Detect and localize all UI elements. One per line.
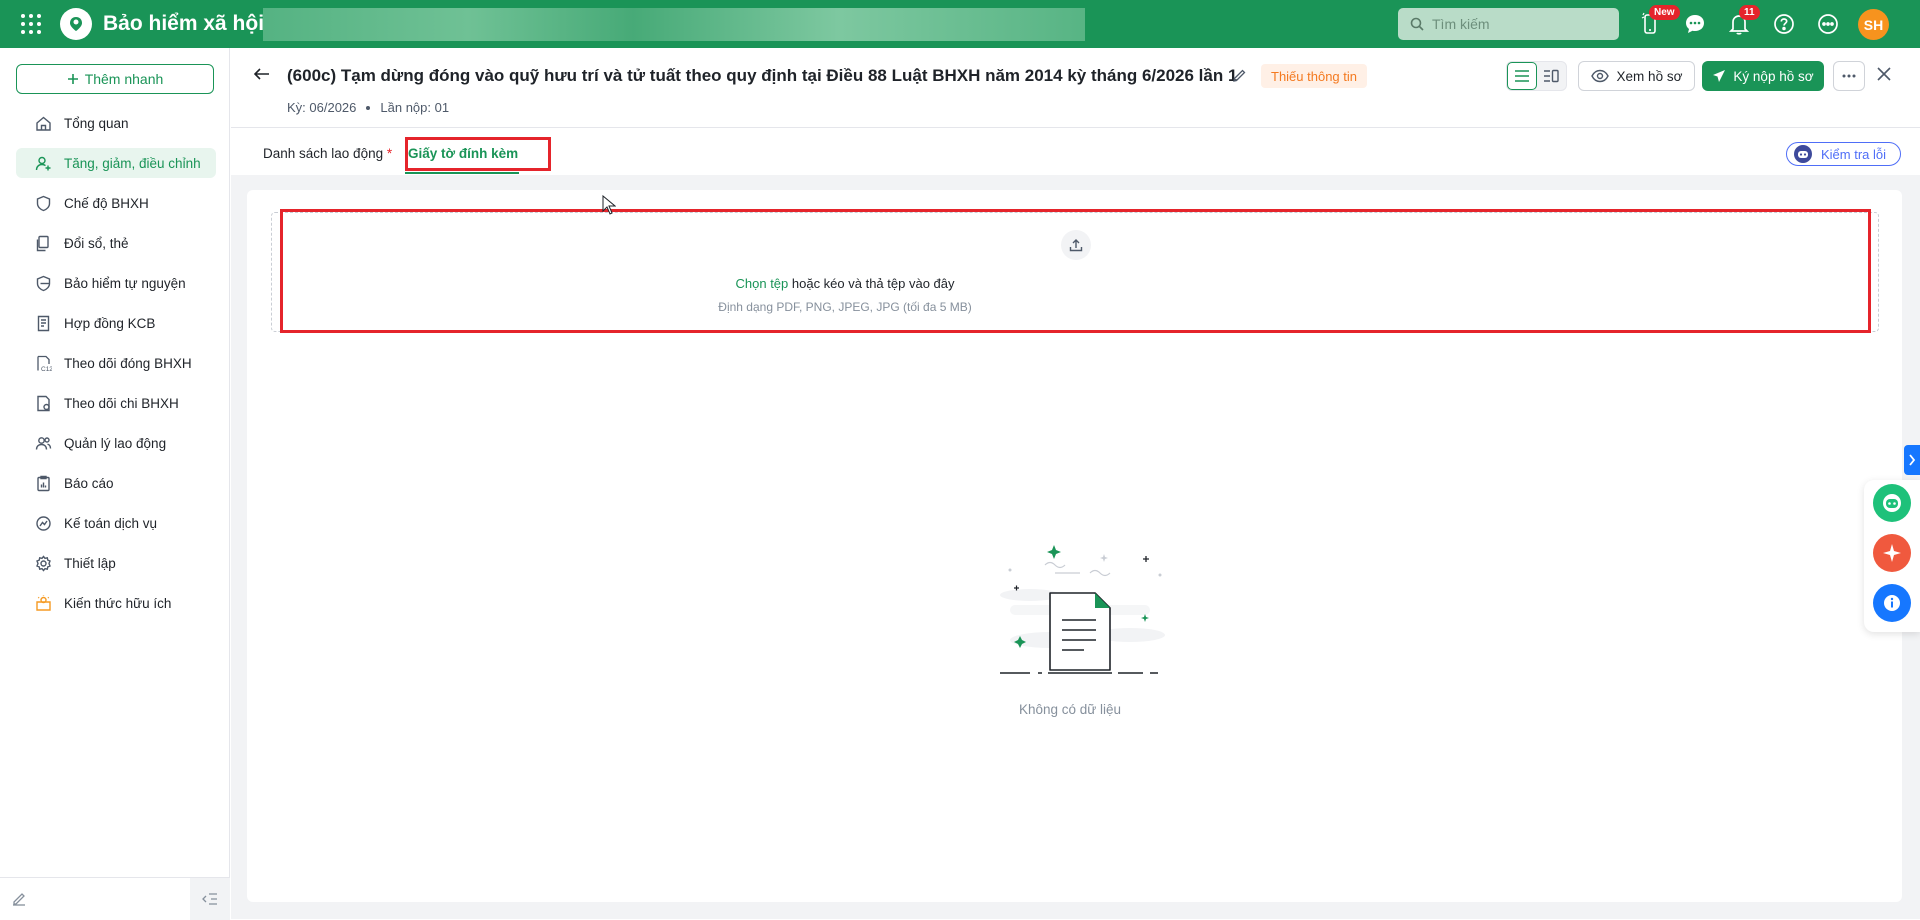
- page-header: (600c) Tạm dừng đóng vào quỹ hưu trí và …: [231, 48, 1920, 128]
- sidebar-item-label: Báo cáo: [64, 475, 114, 491]
- sidebar-item-increase-decrease[interactable]: Tăng, giảm, điều chỉnh: [16, 148, 216, 178]
- sidebar-item-label: Kế toán dịch vụ: [64, 515, 158, 531]
- sidebar-item-label: Theo dõi chi BHXH: [64, 395, 179, 411]
- sidebar-item-knowledge[interactable]: Kiến thức hữu ích: [16, 588, 216, 618]
- check-errors-label: Kiểm tra lỗi: [1821, 146, 1887, 162]
- view-document-label: Xem hồ sơ: [1616, 68, 1683, 84]
- mobile-app-icon[interactable]: New: [1636, 5, 1680, 38]
- tab-label: Danh sách lao động: [263, 146, 384, 161]
- required-mark: *: [386, 146, 393, 161]
- highlight-box-tab: [405, 137, 551, 171]
- sidebar-item-label: Kiến thức hữu ích: [64, 595, 172, 611]
- help-icon[interactable]: [1770, 10, 1798, 38]
- sidebar-item-overview[interactable]: Tổng quan: [16, 108, 216, 138]
- separator-dot: [366, 105, 371, 110]
- sidebar-item-label: Đổi sổ, thẻ: [64, 235, 129, 251]
- split-view-icon[interactable]: [1537, 62, 1566, 90]
- plus-icon: [67, 73, 79, 85]
- sidebar-item-label: Theo dõi đóng BHXH: [64, 355, 192, 371]
- search-box[interactable]: [1398, 8, 1619, 40]
- sidebar-item-label: Tổng quan: [64, 115, 129, 131]
- check-errors-button[interactable]: Kiểm tra lỗi: [1786, 142, 1901, 166]
- header-meta: Kỳ: 06/2026 Lần nộp: 01: [287, 100, 449, 115]
- info-icon[interactable]: [1873, 584, 1911, 622]
- svg-text:C12: C12: [41, 366, 52, 372]
- user-avatar[interactable]: SH: [1858, 9, 1889, 40]
- app-grid-icon[interactable]: [20, 13, 42, 35]
- eye-icon: [1590, 69, 1609, 83]
- shield-icon: [34, 194, 52, 212]
- sign-submit-button[interactable]: Ký nộp hồ sơ: [1702, 61, 1824, 91]
- quick-add-label: Thêm nhanh: [84, 71, 164, 87]
- top-bar: Bảo hiểm xã hội New 11 SH: [0, 0, 1920, 48]
- contract-icon: [34, 314, 52, 332]
- sidebar: Thêm nhanh Tổng quan Tăng, giảm, điều ch…: [0, 48, 230, 920]
- page-title: (600c) Tạm dừng đóng vào quỹ hưu trí và …: [287, 66, 1238, 85]
- card-swap-icon: [34, 234, 52, 252]
- search-icon: [1410, 17, 1424, 31]
- sidebar-item-book-card[interactable]: Đổi sổ, thẻ: [16, 228, 216, 258]
- accounting-icon: [34, 514, 52, 532]
- edit-note-icon[interactable]: [10, 890, 28, 908]
- highlight-box-dropzone: [280, 209, 1871, 333]
- sidebar-item-bhxh-regime[interactable]: Chế độ BHXH: [16, 188, 216, 218]
- chatbot-icon[interactable]: [1873, 484, 1911, 522]
- sidebar-item-track-payment[interactable]: C12 Theo dõi đóng BHXH: [16, 348, 216, 378]
- app-logo-icon: [60, 8, 92, 40]
- bell-icon[interactable]: 11: [1725, 5, 1760, 38]
- sign-submit-label: Ký nộp hồ sơ: [1733, 68, 1814, 84]
- home-icon: [34, 114, 52, 132]
- mouse-cursor-icon: [602, 195, 616, 215]
- sidebar-item-label: Tăng, giảm, điều chỉnh: [64, 155, 201, 171]
- knowledge-icon: [34, 594, 52, 612]
- sidebar-item-labor-management[interactable]: Quản lý lao động: [16, 428, 216, 458]
- sidebar-nav: Tổng quan Tăng, giảm, điều chỉnh Chế độ …: [16, 108, 216, 628]
- sidebar-item-accounting[interactable]: Kế toán dịch vụ: [16, 508, 216, 538]
- tab-bar: Danh sách lao động * Giấy tờ đính kèm Ki…: [231, 129, 1920, 175]
- more-horizontal-icon: [1842, 74, 1856, 78]
- floating-actions: [1864, 480, 1920, 632]
- view-document-button[interactable]: Xem hồ sơ: [1578, 61, 1695, 91]
- sidebar-item-label: Quản lý lao động: [64, 435, 167, 451]
- status-badge: Thiếu thông tin: [1261, 64, 1368, 88]
- sidebar-item-settings[interactable]: Thiết lập: [16, 548, 216, 578]
- sidebar-item-label: Thiết lập: [64, 555, 116, 571]
- redacted-banner: [263, 8, 1085, 41]
- gear-icon: [34, 554, 52, 572]
- list-view-icon[interactable]: [1507, 62, 1537, 90]
- report-icon: [34, 474, 52, 492]
- sidebar-item-track-spending[interactable]: Theo dõi chi BHXH: [16, 388, 216, 418]
- app-title: Bảo hiểm xã hội: [103, 12, 265, 35]
- chat-icon[interactable]: [1681, 10, 1709, 38]
- notification-count-badge: 11: [1739, 5, 1760, 20]
- search-input[interactable]: [1432, 16, 1612, 32]
- document-money-icon: [34, 394, 52, 412]
- edit-title-icon[interactable]: [1232, 68, 1247, 83]
- period-label: Kỳ: 06/2026: [287, 100, 357, 115]
- empty-document-illustration: [990, 535, 1170, 685]
- ai-sparkle-icon[interactable]: [1873, 534, 1911, 572]
- more-apps-icon[interactable]: [1814, 10, 1842, 38]
- robot-icon: [1793, 144, 1813, 164]
- submission-label: Lần nộp: 01: [380, 100, 450, 115]
- sidebar-footer: [0, 877, 230, 920]
- sidebar-item-reports[interactable]: Báo cáo: [16, 468, 216, 498]
- close-icon[interactable]: [1877, 67, 1891, 81]
- sidebar-item-label: Chế độ BHXH: [64, 195, 149, 211]
- more-options-button[interactable]: [1833, 61, 1865, 91]
- collapse-sidebar-icon[interactable]: [190, 878, 230, 920]
- empty-state-message: Không có dữ liệu: [1018, 702, 1122, 717]
- expand-panel-chevron-icon[interactable]: [1904, 445, 1920, 475]
- view-toggle: [1506, 61, 1567, 91]
- new-badge: New: [1649, 5, 1680, 20]
- active-tab-indicator: [405, 172, 519, 174]
- tab-employee-list[interactable]: Danh sách lao động *: [263, 146, 392, 161]
- users-icon: [34, 434, 52, 452]
- back-arrow-icon[interactable]: [253, 65, 271, 83]
- user-add-icon: [34, 154, 52, 172]
- quick-add-button[interactable]: Thêm nhanh: [16, 64, 214, 94]
- send-icon: [1712, 69, 1726, 83]
- sidebar-item-label: Hợp đồng KCB: [64, 315, 156, 331]
- c12-document-icon: C12: [34, 354, 52, 372]
